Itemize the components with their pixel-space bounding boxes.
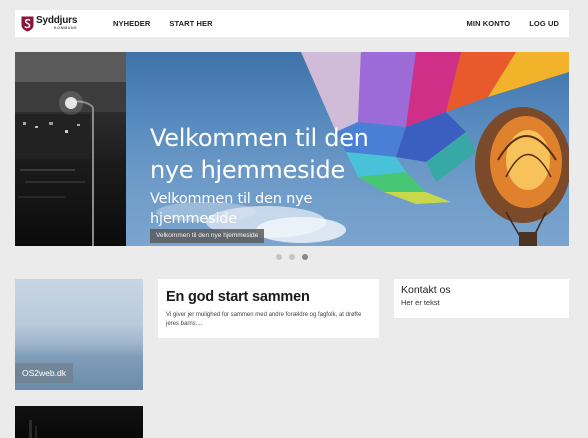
intro-card-text: Vi giver jer mulighed for sammen med and… (166, 312, 362, 327)
os2web-image-card[interactable]: OS2web.dk (15, 279, 143, 390)
city-night-photo (15, 52, 126, 246)
nav-logout[interactable]: LOG UD (529, 19, 559, 28)
slider-dot-2[interactable] (289, 254, 295, 260)
previous-slide-image[interactable] (15, 52, 126, 246)
nav-start-here[interactable]: START HER (169, 19, 212, 28)
hero-title-line-1: Velkommen til den (150, 124, 369, 152)
site-logo[interactable]: Syddjurs KOMMUNE (21, 16, 101, 32)
hero-slider[interactable]: Velkommen til den nye hjemmeside Velkomm… (15, 52, 569, 246)
intro-card-title[interactable]: En god start sammen (166, 289, 371, 305)
slider-pagination (276, 254, 308, 260)
top-navigation: Syddjurs KOMMUNE NYHEDER START HER MIN K… (15, 10, 569, 37)
second-image-card[interactable] (15, 406, 143, 438)
hero-subtitle-line-1: Velkommen til den nye (150, 191, 313, 207)
contact-card-title: Kontakt os (401, 284, 451, 296)
nav-my-account[interactable]: MIN KONTO (467, 19, 511, 28)
image-card-caption[interactable]: OS2web.dk (15, 363, 73, 383)
shield-logo-icon (21, 16, 34, 31)
hero-title-line-2: nye hjemmeside (150, 156, 345, 184)
contact-card: Kontakt os Her er tekst (394, 279, 569, 318)
logo-wordmark: Syddjurs KOMMUNE (36, 16, 77, 31)
logo-subtitle: KOMMUNE (54, 26, 78, 31)
hero-read-more-button[interactable]: Velkommen til den nye hjemmeside (150, 229, 265, 243)
dark-photo (29, 420, 37, 438)
logo-name: Syddjurs (36, 15, 78, 27)
intro-card[interactable]: En god start sammen Vi giver jer mulighe… (158, 279, 379, 338)
nav-news[interactable]: NYHEDER (113, 19, 150, 28)
hero-subtitle-line-2: hjemmeside (150, 211, 238, 227)
slider-dot-3[interactable] (302, 254, 308, 260)
hero-title: Velkommen til den nye hjemmeside (150, 122, 370, 186)
contact-card-text: Her er tekst (401, 298, 440, 307)
hero-subtitle: Velkommen til den nye hjemmeside (150, 189, 312, 229)
slider-dot-1[interactable] (276, 254, 282, 260)
